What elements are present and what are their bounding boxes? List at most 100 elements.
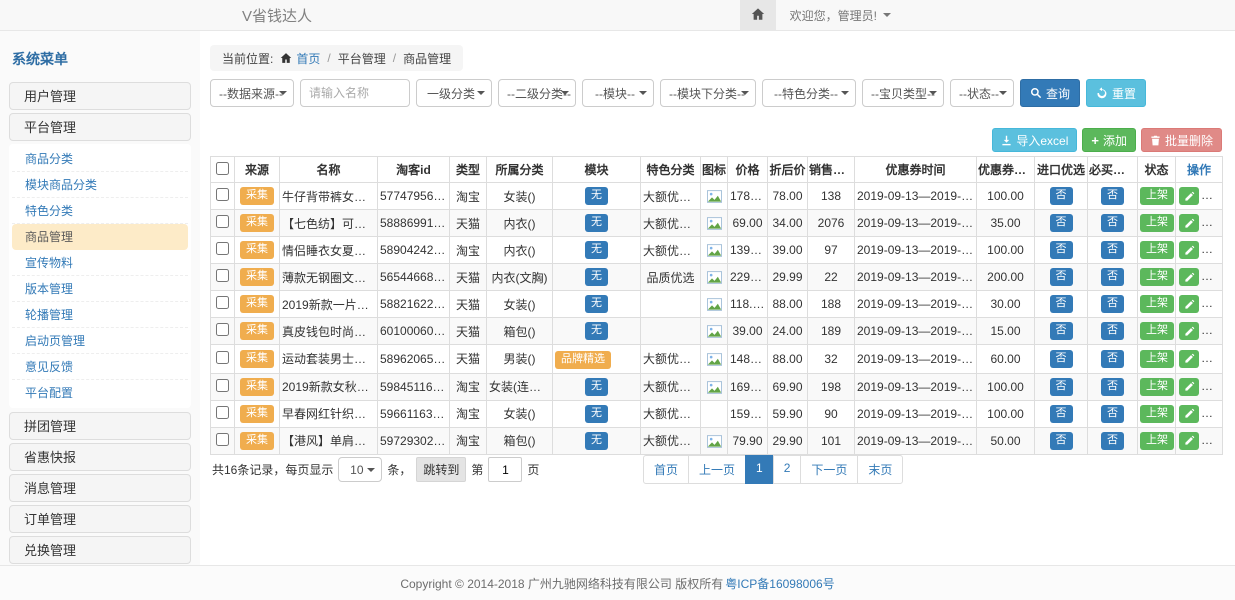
row-checkbox[interactable] [216, 406, 229, 419]
module-badge[interactable]: 无 [585, 241, 608, 259]
search-button[interactable]: 查询 [1020, 79, 1080, 107]
user-menu[interactable]: 欢迎您，管理员! [776, 7, 905, 24]
reset-button[interactable]: 重置 [1086, 79, 1146, 107]
import-toggle[interactable]: 否 [1050, 350, 1073, 368]
edit-button[interactable] [1179, 268, 1199, 286]
pager-page-1[interactable]: 1 [745, 455, 774, 484]
sidebar-subitem[interactable]: 商品分类 [12, 146, 188, 172]
sidebar-subitem[interactable]: 模块商品分类 [12, 172, 188, 198]
pager-prev[interactable]: 上一页 [688, 455, 746, 484]
status-badge[interactable]: 上架 [1140, 322, 1174, 340]
pager-last[interactable]: 末页 [857, 455, 903, 484]
batch-delete-button[interactable]: 批量删除 [1141, 128, 1222, 152]
import-excel-button[interactable]: 导入excel [992, 128, 1077, 152]
module-badge[interactable]: 品牌精选 [555, 351, 611, 369]
icp-link[interactable]: 粤ICP备16098006号 [725, 575, 834, 592]
status-badge[interactable]: 上架 [1140, 268, 1174, 286]
row-checkbox[interactable] [216, 379, 229, 392]
mustbuy-toggle[interactable]: 否 [1101, 432, 1124, 450]
sidebar-item-users[interactable]: 用户管理 [9, 82, 191, 110]
mustbuy-toggle[interactable]: 否 [1101, 405, 1124, 423]
mustbuy-toggle[interactable]: 否 [1101, 187, 1124, 205]
mustbuy-toggle[interactable]: 否 [1101, 268, 1124, 286]
page-size-select[interactable]: 10 [338, 457, 382, 482]
status-badge[interactable]: 上架 [1140, 295, 1174, 313]
module-badge[interactable]: 无 [585, 187, 608, 205]
sidebar-group-item[interactable]: 省惠快报 [9, 443, 191, 471]
module-badge[interactable]: 无 [585, 378, 608, 396]
edit-button[interactable] [1179, 241, 1199, 259]
module-badge[interactable]: 无 [585, 405, 608, 423]
module-badge[interactable]: 无 [585, 268, 608, 286]
row-checkbox[interactable] [216, 433, 229, 446]
sidebar-subitem[interactable]: 启动页管理 [12, 328, 188, 354]
status-badge[interactable]: 上架 [1140, 432, 1174, 450]
edit-button[interactable] [1179, 187, 1199, 205]
edit-button[interactable] [1179, 432, 1199, 450]
pager-page-2[interactable]: 2 [773, 455, 802, 484]
module-badge[interactable]: 无 [585, 432, 608, 450]
status-badge[interactable]: 上架 [1140, 214, 1174, 232]
sidebar-group-item[interactable]: 订单管理 [9, 505, 191, 533]
status-badge[interactable]: 上架 [1140, 187, 1174, 205]
home-button[interactable] [740, 0, 776, 30]
mustbuy-toggle[interactable]: 否 [1101, 295, 1124, 313]
module-badge[interactable]: 无 [585, 214, 608, 232]
status-badge[interactable]: 上架 [1140, 405, 1174, 423]
mustbuy-toggle[interactable]: 否 [1101, 378, 1124, 396]
import-toggle[interactable]: 否 [1050, 322, 1073, 340]
import-toggle[interactable]: 否 [1050, 268, 1073, 286]
sidebar-subitem[interactable]: 特色分类 [12, 198, 188, 224]
mustbuy-toggle[interactable]: 否 [1101, 350, 1124, 368]
pager-first[interactable]: 首页 [643, 455, 689, 484]
breadcrumb-home-link[interactable]: 首页 [296, 50, 320, 67]
sidebar-group-item[interactable]: 消息管理 [9, 474, 191, 502]
edit-button[interactable] [1179, 378, 1199, 396]
mustbuy-toggle[interactable]: 否 [1101, 322, 1124, 340]
import-toggle[interactable]: 否 [1050, 187, 1073, 205]
module-badge[interactable]: 无 [585, 295, 608, 313]
filter-select[interactable]: --特色分类-- [762, 79, 856, 107]
status-badge[interactable]: 上架 [1140, 378, 1174, 396]
edit-button[interactable] [1179, 405, 1199, 423]
row-checkbox[interactable] [216, 242, 229, 255]
row-checkbox[interactable] [216, 269, 229, 282]
filter-select[interactable]: --宝贝类型-- [862, 79, 944, 107]
mustbuy-toggle[interactable]: 否 [1101, 214, 1124, 232]
import-toggle[interactable]: 否 [1050, 295, 1073, 313]
sidebar-subitem[interactable]: 意见反馈 [12, 354, 188, 380]
filter-select[interactable]: --数据来源-- [210, 79, 294, 107]
row-checkbox[interactable] [216, 323, 229, 336]
row-checkbox[interactable] [216, 296, 229, 309]
filter-select[interactable]: 一级分类 [416, 79, 492, 107]
filter-select[interactable]: --模块-- [582, 79, 654, 107]
sidebar-group-item[interactable]: 拼团管理 [9, 412, 191, 440]
import-toggle[interactable]: 否 [1050, 214, 1073, 232]
import-toggle[interactable]: 否 [1050, 405, 1073, 423]
import-toggle[interactable]: 否 [1050, 432, 1073, 450]
row-checkbox[interactable] [216, 351, 229, 364]
edit-button[interactable] [1179, 295, 1199, 313]
module-badge[interactable]: 无 [585, 322, 608, 340]
import-toggle[interactable]: 否 [1050, 241, 1073, 259]
filter-select[interactable]: --模块下分类-- [660, 79, 756, 107]
mustbuy-toggle[interactable]: 否 [1101, 241, 1124, 259]
breadcrumb-parent[interactable]: 平台管理 [338, 50, 386, 67]
sidebar-subitem[interactable]: 宣传物料 [12, 250, 188, 276]
sidebar-subitem[interactable]: 商品管理 [12, 224, 188, 250]
sidebar-subitem[interactable]: 轮播管理 [12, 302, 188, 328]
filter-select[interactable]: --状态-- [950, 79, 1014, 107]
edit-button[interactable] [1179, 322, 1199, 340]
pager-next[interactable]: 下一页 [800, 455, 858, 484]
edit-button[interactable] [1179, 350, 1199, 368]
sidebar-subitem[interactable]: 版本管理 [12, 276, 188, 302]
filter-select[interactable]: --二级分类-- [498, 79, 576, 107]
status-badge[interactable]: 上架 [1140, 241, 1174, 259]
sidebar-group-item[interactable]: 兑换管理 [9, 536, 191, 564]
row-checkbox[interactable] [216, 188, 229, 201]
sidebar-item-platform[interactable]: 平台管理 [9, 113, 191, 141]
import-toggle[interactable]: 否 [1050, 378, 1073, 396]
edit-button[interactable] [1179, 214, 1199, 232]
search-input[interactable] [300, 79, 410, 107]
select-all-checkbox[interactable] [216, 162, 229, 175]
